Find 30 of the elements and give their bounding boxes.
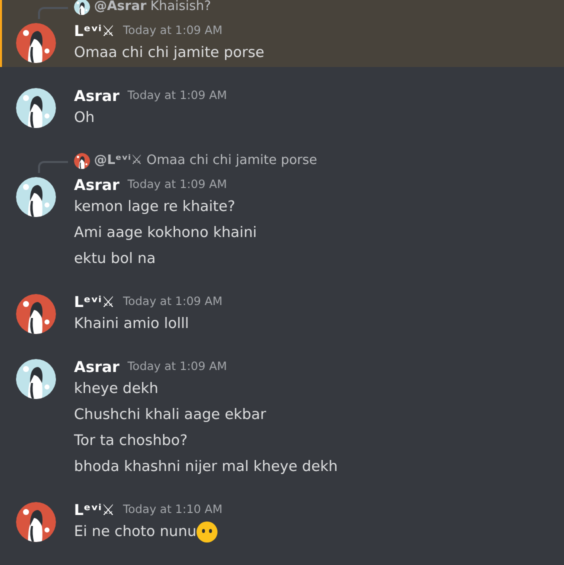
username[interactable]: Lᵉᵛⁱ⚔	[74, 20, 115, 42]
message-text: kemon lage re khaite?	[74, 198, 236, 217]
message-text: ektu bol na	[74, 250, 156, 269]
message-text: bhoda khashni nijer mal kheye dekh	[74, 458, 338, 477]
timestamp: Today at 1:09 AM	[123, 293, 222, 310]
reply-author[interactable]: @Lᵉᵛⁱ⚔	[94, 151, 143, 171]
message-text: Tor ta choshbo?	[74, 432, 188, 451]
reply-line	[38, 7, 68, 19]
message-text: Chushchi khali aage ekbar	[74, 406, 266, 425]
reply-author[interactable]: @Asrar	[94, 0, 146, 17]
message-text: Ami aage kokhono khaini	[74, 224, 257, 243]
message-text: Ei ne choto nunu	[74, 523, 196, 542]
username[interactable]: Asrar	[74, 356, 120, 378]
timestamp: Today at 1:10 AM	[123, 501, 222, 518]
message-text: kheye dekh	[74, 380, 158, 399]
username[interactable]: Asrar	[74, 174, 120, 196]
no-mouth-face-icon	[196, 521, 218, 543]
timestamp: Today at 1:09 AM	[127, 176, 227, 194]
timestamp: Today at 1:09 AM	[127, 87, 227, 104]
username[interactable]: Asrar	[74, 84, 120, 108]
message-text: Oh	[74, 109, 95, 128]
reply-text[interactable]: Omaa chi chi jamite porse	[146, 151, 318, 171]
timestamp: Today at 1:09 AM	[123, 22, 222, 40]
message-text: Khaini amio lolll	[74, 315, 189, 334]
username[interactable]: Lᵉᵛⁱ⚔	[74, 290, 115, 314]
username[interactable]: Lᵉᵛⁱ⚔	[74, 498, 115, 522]
reply-text[interactable]: Khaisish?	[150, 0, 212, 17]
timestamp: Today at 1:09 AM	[127, 358, 227, 376]
reply-line	[38, 161, 68, 173]
message-text: Omaa chi chi jamite porse	[74, 44, 264, 63]
